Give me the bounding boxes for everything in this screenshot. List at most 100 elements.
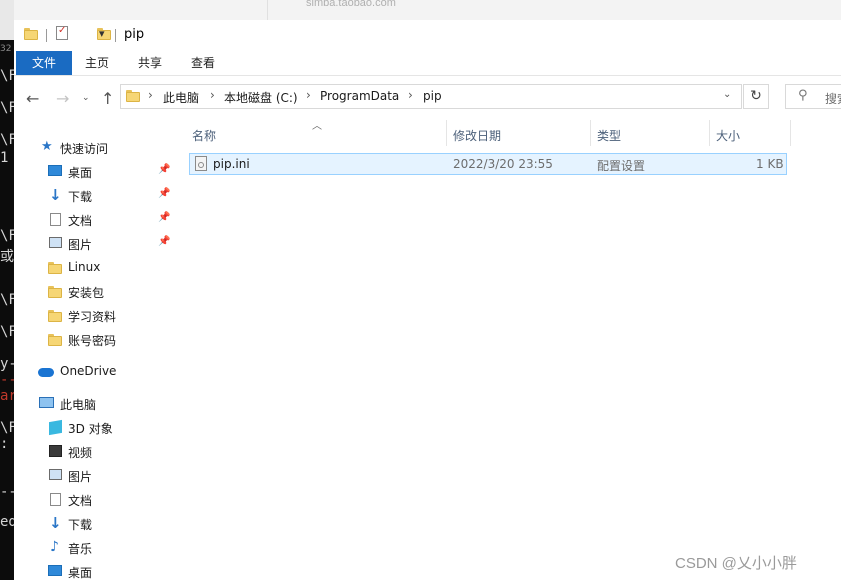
- breadcrumb-programdata[interactable]: ProgramData: [320, 89, 399, 103]
- nav-label: 视频: [68, 446, 93, 460]
- terminal-line: ar: [0, 388, 14, 404]
- nav-label: 桌面: [68, 166, 93, 180]
- folder-icon: [48, 310, 62, 322]
- file-modified: 2022/3/20 23:55: [453, 157, 553, 171]
- divider: [115, 29, 116, 42]
- terminal-line: \F: [0, 68, 14, 84]
- address-row: ← → ⌄ ↑ › 此电脑 › 本地磁盘 (C:) › ProgramData …: [14, 76, 841, 120]
- film-icon: [49, 445, 62, 457]
- search-box[interactable]: ⚲ 搜索: [785, 84, 841, 109]
- divider: [46, 29, 47, 42]
- terminal-line: ed: [0, 514, 14, 530]
- nav-item-downloads[interactable]: ↓ 下载 📌: [14, 185, 176, 207]
- navigation-pane: ★ 快速访问 桌面 📌 ↓ 下载 📌 文档 📌 图片 📌 Linux 安装包 学…: [14, 120, 176, 580]
- search-icon: ⚲: [798, 88, 808, 103]
- nav-item-pc-documents[interactable]: 文档: [14, 489, 176, 511]
- pin-icon: 📌: [158, 212, 171, 223]
- computer-icon: [39, 397, 54, 408]
- title-bar: ✓ ▾ pip: [14, 20, 841, 50]
- chevron-right-icon[interactable]: ›: [210, 88, 215, 102]
- breadcrumb-pip[interactable]: pip: [423, 89, 442, 103]
- properties-icon[interactable]: ✓: [56, 25, 68, 40]
- tab-home[interactable]: 主页: [76, 51, 118, 75]
- nav-item-documents[interactable]: 文档 📌: [14, 209, 176, 231]
- customize-quick-access-icon[interactable]: ▾: [99, 27, 105, 40]
- nav-item-pictures[interactable]: 图片 📌: [14, 233, 176, 255]
- nav-label: 音乐: [68, 542, 93, 556]
- refresh-icon: ↻: [750, 88, 762, 104]
- column-header-type[interactable]: 类型: [597, 127, 621, 144]
- terminal-line: :: [0, 436, 9, 452]
- column-header-modified[interactable]: 修改日期: [453, 127, 501, 144]
- recent-locations-icon[interactable]: ⌄: [82, 93, 90, 103]
- nav-item-pc-pictures[interactable]: 图片: [14, 465, 176, 487]
- nav-item-music[interactable]: ♪ 音乐: [14, 537, 176, 559]
- nav-item-installers[interactable]: 安装包: [14, 281, 176, 303]
- pin-icon: 📌: [158, 188, 171, 199]
- tab-view[interactable]: 查看: [182, 51, 224, 75]
- desktop-icon: [48, 165, 62, 176]
- nav-label: 此电脑: [60, 398, 97, 412]
- folder-icon: [126, 90, 140, 102]
- nav-item-passwords[interactable]: 账号密码: [14, 329, 176, 351]
- nav-label: Linux: [68, 260, 101, 274]
- file-type: 配置设置: [597, 159, 646, 173]
- nav-label: 3D 对象: [68, 422, 113, 436]
- nav-onedrive[interactable]: OneDrive: [14, 361, 176, 383]
- column-header-name[interactable]: 名称: [192, 127, 216, 144]
- star-icon: ★: [41, 139, 53, 154]
- chevron-down-icon[interactable]: ⌄: [723, 89, 731, 100]
- column-divider[interactable]: [790, 120, 791, 146]
- up-arrow-icon[interactable]: ↑: [101, 89, 114, 108]
- column-header-size[interactable]: 大小: [716, 127, 740, 144]
- column-divider[interactable]: [590, 120, 591, 146]
- onedrive-cloud-icon: [38, 368, 54, 377]
- chevron-right-icon[interactable]: ›: [148, 88, 153, 102]
- breadcrumb-this-pc[interactable]: 此电脑: [163, 89, 199, 106]
- nav-item-videos[interactable]: 视频: [14, 441, 176, 463]
- nav-this-pc[interactable]: 此电脑: [14, 393, 176, 415]
- cube-icon: [49, 419, 62, 436]
- window-title: pip: [124, 27, 145, 42]
- terminal-line: \F: [0, 420, 14, 436]
- address-bar[interactable]: › 此电脑 › 本地磁盘 (C:) › ProgramData › pip ⌄: [120, 84, 742, 109]
- nav-item-linux[interactable]: Linux: [14, 257, 176, 279]
- back-arrow-icon[interactable]: ←: [26, 89, 39, 108]
- tab-file[interactable]: 文件: [16, 51, 72, 75]
- folder-icon: [48, 334, 62, 346]
- explorer-window: ✓ ▾ pip 文件 主页 共享 查看 ← → ⌄ ↑ › 此电脑 › 本地磁盘…: [14, 20, 841, 580]
- music-note-icon: ♪: [50, 539, 59, 555]
- nav-label: 文档: [68, 214, 93, 228]
- nav-item-study-materials[interactable]: 学习资料: [14, 305, 176, 327]
- divider: [267, 0, 268, 20]
- terminal-line: \F: [0, 292, 14, 308]
- pin-icon: 📌: [158, 236, 171, 247]
- nav-item-pc-downloads[interactable]: ↓ 下载: [14, 513, 176, 535]
- column-divider[interactable]: [709, 120, 710, 146]
- pictures-icon: [49, 237, 62, 248]
- nav-label: 图片: [68, 238, 93, 252]
- nav-quick-access[interactable]: ★ 快速访问: [14, 137, 176, 159]
- background-terminal: 32 \F \F \F 1 \F 或 \F \F y- -- ar \F : -…: [0, 0, 14, 580]
- tab-share[interactable]: 共享: [130, 51, 170, 75]
- pin-icon: 📌: [158, 164, 171, 175]
- chevron-right-icon[interactable]: ›: [306, 88, 311, 102]
- nav-item-desktop[interactable]: 桌面 📌: [14, 161, 176, 183]
- search-placeholder: 搜索: [825, 92, 841, 106]
- chevron-right-icon[interactable]: ›: [408, 88, 413, 102]
- terminal-line: 32: [0, 44, 12, 54]
- nav-item-3d-objects[interactable]: 3D 对象: [14, 417, 176, 439]
- file-row[interactable]: pip.ini 2022/3/20 23:55 配置设置 1 KB: [189, 153, 787, 175]
- ribbon-tabs: 文件 主页 共享 查看: [14, 51, 841, 76]
- terminal-line: --: [0, 484, 14, 500]
- nav-label: 文档: [68, 494, 93, 508]
- document-icon: [50, 493, 61, 506]
- breadcrumb-drive-c[interactable]: 本地磁盘 (C:): [224, 89, 298, 106]
- refresh-button[interactable]: ↻: [743, 84, 769, 109]
- folder-icon[interactable]: [24, 28, 38, 40]
- document-icon: [50, 213, 61, 226]
- forward-arrow-icon[interactable]: →: [56, 89, 69, 108]
- terminal-line: 或: [0, 249, 14, 265]
- column-divider[interactable]: [446, 120, 447, 146]
- terminal-line: \F: [0, 324, 14, 340]
